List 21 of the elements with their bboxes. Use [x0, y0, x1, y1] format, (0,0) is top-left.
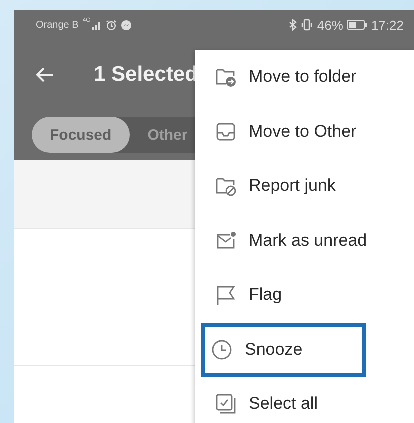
- clock-icon: [211, 338, 233, 361]
- bluetooth-icon: [289, 19, 298, 31]
- menu-item[interactable]: Report junk: [201, 159, 366, 214]
- menu-item[interactable]: Snooze: [201, 322, 366, 377]
- battery-icon: [347, 20, 368, 30]
- back-arrow-icon[interactable]: [36, 67, 54, 83]
- selection-title: 1 Selected: [94, 63, 198, 87]
- messenger-icon: [120, 20, 132, 30]
- alarm-icon: [106, 20, 117, 30]
- menu-item[interactable]: Mark as unread: [201, 214, 366, 268]
- carrier-name: Orange B: [36, 20, 79, 30]
- battery-percent: 46%: [317, 18, 344, 32]
- menu-item[interactable]: Flag: [201, 268, 366, 322]
- menu-item[interactable]: Move to folder: [201, 50, 366, 104]
- vibrate-icon: [301, 19, 314, 31]
- menu-item[interactable]: Select all: [201, 377, 366, 423]
- clock-time: 17:22: [371, 18, 404, 32]
- checkbox-stack-icon: [215, 393, 237, 416]
- tray-icon: [215, 120, 237, 143]
- flag-icon: [215, 284, 237, 306]
- signal-icon: [92, 20, 102, 30]
